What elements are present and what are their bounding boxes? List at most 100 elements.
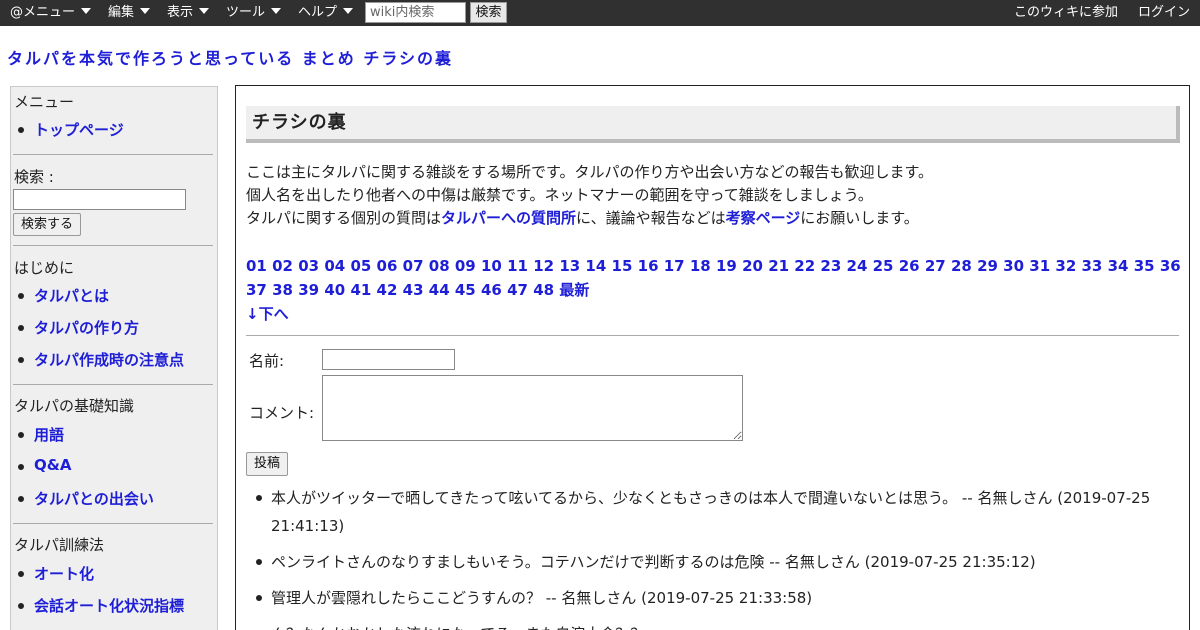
question-page-link[interactable]: タルパーへの質問所 bbox=[441, 209, 576, 227]
sidebar-basics-heading: タルパの基礎知識 bbox=[14, 397, 135, 415]
page-number-link[interactable]: 12 bbox=[533, 257, 554, 275]
page-number-link[interactable]: 06 bbox=[377, 257, 398, 275]
chevron-down-icon bbox=[271, 8, 282, 14]
page-number-link[interactable]: 35 bbox=[1134, 257, 1155, 275]
sidebar-search-button[interactable]: 検索する bbox=[13, 213, 81, 236]
page-number-link[interactable]: 20 bbox=[742, 257, 763, 275]
page-number-link[interactable]: 08 bbox=[429, 257, 450, 275]
page-number-link[interactable]: 40 bbox=[324, 281, 345, 299]
page-number-link[interactable]: 28 bbox=[951, 257, 972, 275]
intro-text: タルパに関する個別の質問は bbox=[246, 209, 442, 227]
page-number-link[interactable]: 44 bbox=[429, 281, 450, 299]
sidebar-divider bbox=[13, 384, 213, 385]
page-number-link[interactable]: 34 bbox=[1108, 257, 1129, 275]
sidebar-search-input[interactable] bbox=[13, 189, 186, 210]
page-number-link[interactable]: 13 bbox=[559, 257, 580, 275]
page-number-link[interactable]: 15 bbox=[612, 257, 633, 275]
page-number-link[interactable]: 01 bbox=[246, 257, 267, 275]
sidebar: メニュー トップページ 検索 : 検索する はじめに タルパとは タルパの作り方… bbox=[10, 86, 218, 630]
menu-help[interactable]: ヘルプ bbox=[298, 0, 354, 26]
sidebar-item-qa[interactable]: Q&A bbox=[17, 456, 71, 474]
page-number-link[interactable]: 32 bbox=[1055, 257, 1076, 275]
menu-tools-label: ツール bbox=[226, 5, 266, 20]
page-number-link[interactable]: 25 bbox=[873, 257, 894, 275]
menu-tools[interactable]: ツール bbox=[226, 0, 282, 26]
page-number-link[interactable]: 17 bbox=[664, 257, 685, 275]
discussion-page-link[interactable]: 考察ページ bbox=[726, 209, 801, 227]
page-number-link[interactable]: 18 bbox=[690, 257, 711, 275]
name-field[interactable] bbox=[322, 349, 455, 370]
page-number-link[interactable]: 30 bbox=[1003, 257, 1024, 275]
wiki-search-input[interactable] bbox=[365, 2, 466, 23]
sidebar-search-label: 検索 : bbox=[14, 168, 54, 186]
page-number-link[interactable]: 38 bbox=[272, 281, 293, 299]
page-number-link[interactable]: 23 bbox=[820, 257, 841, 275]
sidebar-item-encounter[interactable]: タルパとの出会い bbox=[18, 488, 154, 509]
login-link[interactable]: ログイン bbox=[1138, 0, 1190, 26]
page-number-link[interactable]: 27 bbox=[925, 257, 946, 275]
jump-down-link[interactable]: ↓下へ bbox=[246, 303, 289, 324]
sidebar-item-conversation-auto[interactable]: 会話オート化状況指標 bbox=[17, 595, 184, 616]
intro-text: にお願いします。 bbox=[800, 209, 919, 227]
page-number-list: 01 02 03 04 05 06 07 08 09 10 11 12 13 1… bbox=[246, 254, 1181, 302]
comment-field[interactable] bbox=[322, 375, 743, 441]
page-number-link[interactable]: 07 bbox=[403, 257, 424, 275]
comment-list: 本人がツイッターで晒してきたって呟いてるから、少なくともさっきのは本人で間違いな… bbox=[256, 484, 1171, 630]
page-number-link[interactable]: 36 bbox=[1160, 257, 1181, 275]
list-item: ん？なんかおかしな流れになってる。また自演大会？？ bbox=[271, 620, 1171, 630]
intro-text: に、議論や報告などは bbox=[576, 209, 726, 227]
page-number-link[interactable]: 11 bbox=[507, 257, 528, 275]
menu-view[interactable]: 表示 bbox=[167, 0, 210, 26]
page-number-link[interactable]: 10 bbox=[481, 257, 502, 275]
intro-line-2: 個人名を出したり他者への中傷は厳禁です。ネットマナーの範囲を守って雑談をしましょ… bbox=[246, 186, 873, 204]
page-number-link[interactable]: 45 bbox=[455, 281, 476, 299]
sidebar-divider bbox=[13, 154, 213, 155]
name-label: 名前: bbox=[249, 352, 285, 370]
page-number-link[interactable]: 48 bbox=[533, 281, 554, 299]
page-number-link[interactable]: 47 bbox=[507, 281, 528, 299]
post-button[interactable]: 投稿 bbox=[246, 452, 288, 476]
page-number-link[interactable]: 16 bbox=[638, 257, 659, 275]
page-number-link[interactable]: 09 bbox=[455, 257, 476, 275]
sidebar-item-cautions[interactable]: タルパ作成時の注意点 bbox=[17, 349, 184, 370]
page-number-link[interactable]: 04 bbox=[324, 257, 345, 275]
site-title[interactable]: タルパを本気で作ろうと思っている まとめ チラシの裏 bbox=[7, 45, 453, 69]
sidebar-training-heading: タルパ訓練法 bbox=[14, 536, 105, 554]
chevron-down-icon bbox=[140, 8, 151, 14]
page-number-link[interactable]: 37 bbox=[246, 281, 267, 299]
page-number-link[interactable]: 41 bbox=[350, 281, 371, 299]
page-number-link[interactable]: 03 bbox=[298, 257, 319, 275]
chevron-down-icon bbox=[343, 8, 354, 14]
content-divider bbox=[246, 335, 1179, 336]
menu-edit[interactable]: 編集 bbox=[108, 0, 151, 26]
menu-help-label: ヘルプ bbox=[298, 5, 338, 20]
sidebar-item-top-page[interactable]: トップページ bbox=[18, 119, 124, 140]
sidebar-item-glossary[interactable]: 用語 bbox=[17, 424, 64, 445]
page-number-link[interactable]: 33 bbox=[1082, 257, 1103, 275]
list-item: 管理人が雲隠れしたらここどうすんの？ -- 名無しさん (2019-07-25 … bbox=[256, 584, 1171, 612]
page-number-link[interactable]: 24 bbox=[847, 257, 868, 275]
page-number-link[interactable]: 22 bbox=[794, 257, 815, 275]
menu-atmenu[interactable]: @メニュー bbox=[10, 0, 92, 26]
top-navigation-bar: @メニュー 編集 表示 ツール ヘルプ 検索 このウィキに参加 ログイン bbox=[0, 0, 1200, 26]
page-number-link[interactable]: 19 bbox=[716, 257, 737, 275]
page-number-link[interactable]: 46 bbox=[481, 281, 502, 299]
page-number-link[interactable]: 31 bbox=[1029, 257, 1050, 275]
page-number-link[interactable]: 02 bbox=[272, 257, 293, 275]
page-number-link[interactable]: 14 bbox=[585, 257, 606, 275]
page-number-link[interactable]: 26 bbox=[899, 257, 920, 275]
page-number-link[interactable]: 21 bbox=[768, 257, 789, 275]
sidebar-item-how-to-make[interactable]: タルパの作り方 bbox=[17, 317, 139, 338]
page-number-link[interactable]: 最新 bbox=[559, 281, 589, 299]
join-wiki-link[interactable]: このウィキに参加 bbox=[1014, 0, 1118, 26]
main-content: チラシの裏 ここは主にタルパに関する雑談をする場所です。タルパの作り方や出会い方… bbox=[235, 85, 1190, 630]
sidebar-intro-heading: はじめに bbox=[14, 259, 75, 277]
page-number-link[interactable]: 05 bbox=[350, 257, 371, 275]
sidebar-item-what-is-tulpa[interactable]: タルパとは bbox=[17, 285, 109, 306]
wiki-search-button[interactable]: 検索 bbox=[470, 2, 507, 23]
sidebar-item-auto[interactable]: オート化 bbox=[17, 563, 94, 584]
page-number-link[interactable]: 29 bbox=[977, 257, 998, 275]
page-number-link[interactable]: 39 bbox=[298, 281, 319, 299]
page-number-link[interactable]: 43 bbox=[403, 281, 424, 299]
page-number-link[interactable]: 42 bbox=[377, 281, 398, 299]
